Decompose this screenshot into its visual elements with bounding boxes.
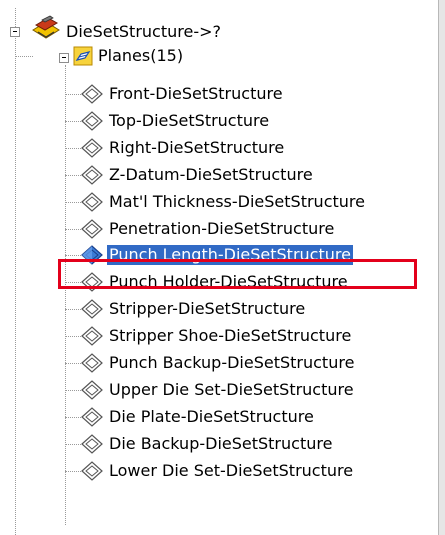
plane-icon: [81, 326, 103, 346]
plane-label: Top-DieSetStructure: [109, 111, 270, 130]
plane-icon: [81, 407, 103, 427]
right-panel-edge: [438, 0, 445, 535]
plane-icon: [81, 299, 103, 319]
plane-label: Right-DieSetStructure: [109, 138, 285, 157]
tree-item-plane[interactable]: Die Plate-DieSetStructure: [80, 405, 316, 429]
plane-label: Lower Die Set-DieSetStructure: [109, 461, 354, 480]
plane-branch-line: [65, 363, 81, 364]
plane-branch-line: [65, 444, 81, 445]
plane-branch-line: [65, 121, 81, 122]
plane-label: Punch Backup-DieSetStructure: [109, 353, 355, 372]
plane-label: Front-DieSetStructure: [109, 84, 283, 103]
tree-item-plane[interactable]: Upper Die Set-DieSetStructure: [80, 378, 356, 402]
plane-icon: [81, 165, 103, 185]
plane-branch-line: [65, 471, 81, 472]
plane-icon: [81, 461, 103, 481]
tree-item-plane[interactable]: Right-DieSetStructure: [80, 136, 286, 160]
tree-item-plane[interactable]: Stripper-DieSetStructure: [80, 297, 307, 321]
plane-label: Mat'l Thickness-DieSetStructure: [109, 192, 365, 211]
highlight-box: [58, 259, 417, 289]
tree-item-plane[interactable]: Front-DieSetStructure: [80, 82, 285, 106]
plane-branch-line: [65, 202, 81, 203]
planes-tree-line: [65, 65, 66, 525]
plane-icon: [81, 138, 103, 158]
plane-icon: [81, 84, 103, 104]
root-node-label[interactable]: DieSetStructure->?: [66, 23, 221, 43]
plane-label: Die Backup-DieSetStructure: [109, 434, 333, 453]
planes-folder-icon: [73, 46, 93, 66]
tree-item-plane[interactable]: Die Backup-DieSetStructure: [80, 432, 334, 456]
plane-label: Stripper-DieSetStructure: [109, 299, 306, 318]
plane-icon: [81, 353, 103, 373]
tree-item-plane[interactable]: Penetration-DieSetStructure: [80, 217, 336, 241]
tree-item-plane[interactable]: Top-DieSetStructure: [80, 109, 271, 133]
plane-branch-line: [65, 148, 81, 149]
plane-icon: [81, 192, 103, 212]
plane-label: Stripper Shoe-DieSetStructure: [109, 326, 352, 345]
root-collapse-toggle[interactable]: [10, 27, 20, 37]
plane-branch-line: [65, 229, 81, 230]
root-tree-line: [15, 8, 16, 535]
planes-collapse-toggle[interactable]: [59, 53, 69, 63]
plane-icon: [81, 111, 103, 131]
plane-label: Penetration-DieSetStructure: [109, 219, 335, 238]
plane-label: Upper Die Set-DieSetStructure: [109, 380, 354, 399]
plane-branch-line: [65, 417, 81, 418]
plane-icon: [81, 380, 103, 400]
tree-item-plane[interactable]: Mat'l Thickness-DieSetStructure: [80, 190, 367, 214]
plane-branch-line: [65, 255, 81, 256]
plane-branch-line: [65, 309, 81, 310]
tree-item-plane[interactable]: Punch Backup-DieSetStructure: [80, 351, 356, 375]
plane-branch-line: [65, 390, 81, 391]
root-branch-line: [15, 56, 33, 57]
tree-item-plane[interactable]: Lower Die Set-DieSetStructure: [80, 459, 355, 483]
plane-branch-line: [65, 94, 81, 95]
plane-label: Z-Datum-DieSetStructure: [109, 165, 313, 184]
plane-label: Die Plate-DieSetStructure: [109, 407, 314, 426]
plane-icon: [81, 434, 103, 454]
planes-folder-label[interactable]: Planes(15): [98, 47, 183, 67]
tree-item-plane[interactable]: Z-Datum-DieSetStructure: [80, 163, 315, 187]
plane-icon: [81, 219, 103, 239]
tree-item-plane[interactable]: Stripper Shoe-DieSetStructure: [80, 324, 353, 348]
die-set-structure-icon: [32, 15, 60, 39]
plane-branch-line: [65, 175, 81, 176]
plane-branch-line: [65, 336, 81, 337]
